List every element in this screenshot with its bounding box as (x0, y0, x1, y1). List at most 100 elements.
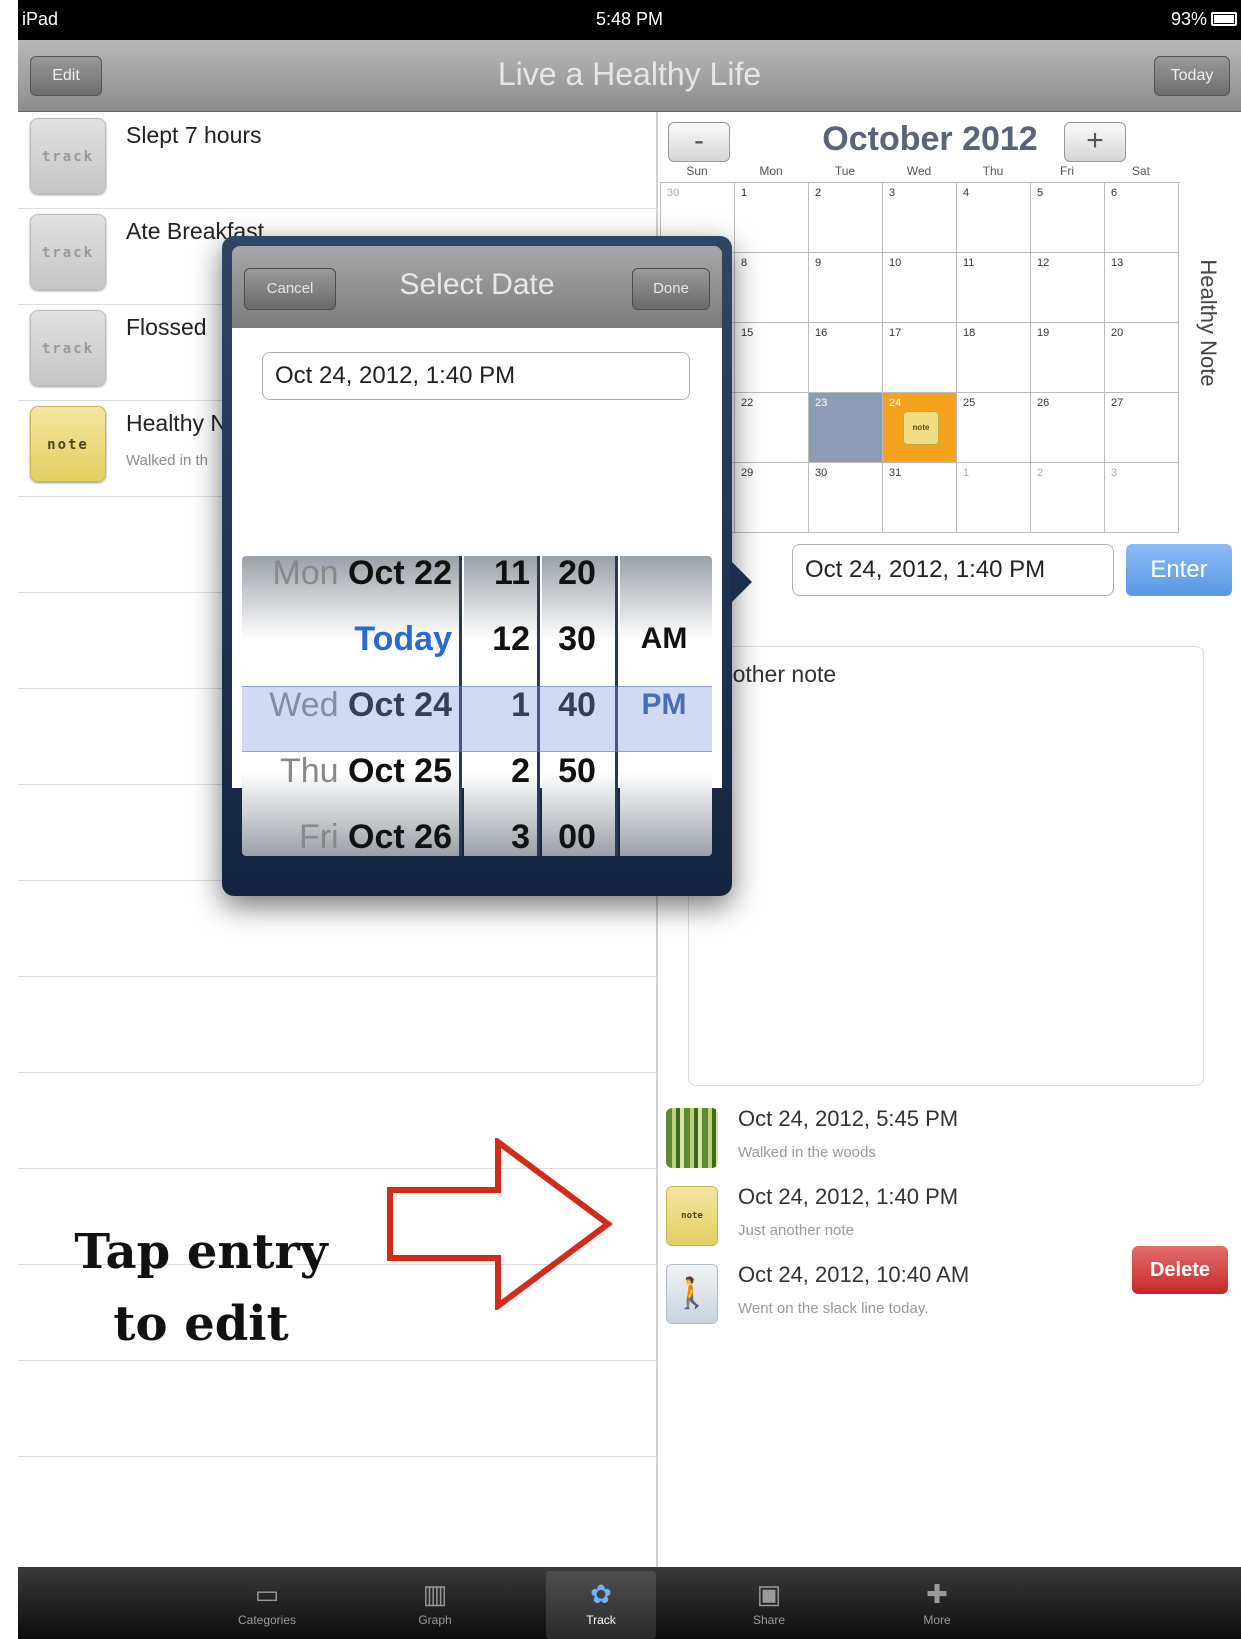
calendar-day[interactable]: 3 (883, 183, 957, 253)
today-button[interactable]: Today (1154, 56, 1230, 96)
calendar-day[interactable]: 1 (735, 183, 809, 253)
entry-date: Oct 24, 2012, 1:40 PM (738, 1184, 959, 1209)
picker-row[interactable]: 12 (464, 606, 530, 672)
calendar-day[interactable]: 31 (883, 463, 957, 533)
person-icon: 🚶 (666, 1264, 718, 1324)
entry-row[interactable]: Oct 24, 2012, 5:45 PM Walked in the wood… (660, 1102, 1241, 1182)
date-time-picker[interactable]: Mon Oct 22 Today Wed Oct 24 Thu Oct 25 F… (242, 556, 712, 856)
calendar-grid: 30 1 2 3 4 5 6 7 8 9 10 11 12 13 14 15 1… (660, 182, 1180, 533)
entry-date: Oct 24, 2012, 5:45 PM (738, 1106, 959, 1131)
calendar-day[interactable]: 2 (1031, 463, 1105, 533)
track-badge[interactable]: track (30, 214, 106, 290)
calendar-day[interactable]: 16 (809, 323, 883, 393)
calendar-day[interactable]: 9 (809, 253, 883, 323)
calendar-day[interactable]: 20 (1105, 323, 1179, 393)
tab-share[interactable]: ▣ Share (714, 1571, 824, 1639)
weekday-label: Sun (686, 164, 708, 178)
track-badge[interactable]: track (30, 310, 106, 386)
item-subtitle: Walked in th (126, 452, 208, 469)
note-badge[interactable]: note (30, 406, 106, 482)
calendar-day[interactable]: 17 (883, 323, 957, 393)
note-marker-icon[interactable]: note (903, 411, 939, 445)
calendar-day[interactable]: 18 (957, 323, 1031, 393)
weekday-label: Tue (834, 164, 856, 178)
weekday-header: Sun Mon Tue Wed Thu Fri Sat (660, 164, 1180, 184)
calendar-day-today[interactable]: 24 note (883, 393, 957, 463)
status-bar: iPad 5:48 PM 93% (18, 0, 1241, 40)
tab-graph[interactable]: ▥ Graph (380, 1571, 490, 1639)
picker-row[interactable]: 00 (542, 804, 612, 856)
app-title: Live a Healthy Life (497, 56, 762, 92)
picker-row[interactable]: Fri Oct 26 (242, 804, 452, 856)
tab-label: Track (586, 1613, 616, 1627)
entry-date: Oct 24, 2012, 10:40 AM (738, 1262, 970, 1287)
callout-line: Tap entry (74, 1224, 328, 1280)
tab-label: Graph (418, 1613, 452, 1627)
note-text-area[interactable]: another note (688, 646, 1204, 1086)
picker-row[interactable]: 3 (464, 804, 530, 856)
calendar-day[interactable]: 8 (735, 253, 809, 323)
calendar-day[interactable]: 1 (957, 463, 1031, 533)
calendar-day[interactable]: 22 (735, 393, 809, 463)
entry-text: Went on the slack line today. (738, 1300, 929, 1317)
selected-date-field[interactable]: Oct 24, 2012, 1:40 PM (262, 352, 690, 400)
tab-categories[interactable]: ▭ Categories (212, 1571, 322, 1639)
entry-text: Just another note (738, 1222, 854, 1239)
enter-button[interactable]: Enter (1126, 544, 1232, 596)
picker-row[interactable]: 30 (542, 606, 612, 672)
battery-icon (1211, 12, 1237, 26)
battery-percent: 93% (1170, 9, 1207, 29)
callout-line: to edit (113, 1296, 289, 1352)
puzzle-icon: ✚ (926, 1579, 948, 1609)
clock: 5:48 PM (595, 9, 664, 29)
calendar-day[interactable]: 26 (1031, 393, 1105, 463)
side-label-text: Healthy Note (1196, 259, 1221, 387)
track-badge[interactable]: track (30, 118, 106, 194)
list-item[interactable]: track Slept 7 hours (18, 112, 658, 212)
calendar-day[interactable]: 13 (1105, 253, 1179, 323)
tab-more[interactable]: ✚ More (882, 1571, 992, 1639)
calendar-month-title: October 2012 (822, 120, 1038, 158)
item-title: Flossed (126, 314, 207, 340)
tab-label: Categories (237, 1613, 297, 1627)
select-date-popover: Cancel Select Date Done Oct 24, 2012, 1:… (222, 236, 752, 896)
speech-bubble-icon: ▣ (756, 1579, 782, 1609)
calendar-day[interactable]: 15 (735, 323, 809, 393)
category-side-label: Healthy Note (1186, 240, 1226, 400)
calendar-day[interactable]: 11 (957, 253, 1031, 323)
note-icon: note (666, 1186, 718, 1246)
calendar-day-selected[interactable]: 23 (809, 393, 883, 463)
picker-row[interactable]: Mon Oct 22 (242, 556, 452, 606)
calendar-day[interactable]: 25 (957, 393, 1031, 463)
previous-month-button[interactable]: - (668, 122, 730, 162)
instruction-callout: Tap entry to edit (36, 1216, 366, 1360)
picker-row[interactable]: AM (620, 606, 708, 672)
item-title: Healthy N (126, 410, 227, 436)
delete-button[interactable]: Delete (1132, 1246, 1228, 1294)
calendar-day[interactable]: 5 (1031, 183, 1105, 253)
arrow-icon (387, 1138, 614, 1310)
tab-label: More (923, 1613, 951, 1627)
calendar-day[interactable]: 3 (1105, 463, 1179, 533)
calendar-day[interactable]: 2 (809, 183, 883, 253)
calendar-day[interactable]: 29 (735, 463, 809, 533)
bar-graph-icon: ▥ (422, 1579, 448, 1609)
picker-row[interactable]: 11 (464, 556, 530, 606)
calendar-day[interactable]: 4 (957, 183, 1031, 253)
calendar-day[interactable]: 27 (1105, 393, 1179, 463)
picker-row[interactable]: Today (242, 606, 452, 672)
calendar-day[interactable]: 10 (883, 253, 957, 323)
calendar-day[interactable]: 12 (1031, 253, 1105, 323)
calendar-day[interactable]: 30 (809, 463, 883, 533)
weekday-label: Mon (759, 164, 783, 178)
calendar-day[interactable]: 19 (1031, 323, 1105, 393)
item-title: Slept 7 hours (126, 122, 262, 148)
paw-icon: ✿ (590, 1579, 612, 1609)
popover-header: Cancel Select Date Done (232, 246, 722, 328)
next-month-button[interactable]: + (1064, 122, 1126, 162)
calendar-day[interactable]: 6 (1105, 183, 1179, 253)
entry-date-field[interactable]: Oct 24, 2012, 1:40 PM (792, 544, 1114, 596)
picker-row[interactable]: 20 (542, 556, 612, 606)
tab-track[interactable]: ✿ Track (546, 1571, 656, 1639)
done-button[interactable]: Done (632, 268, 710, 310)
